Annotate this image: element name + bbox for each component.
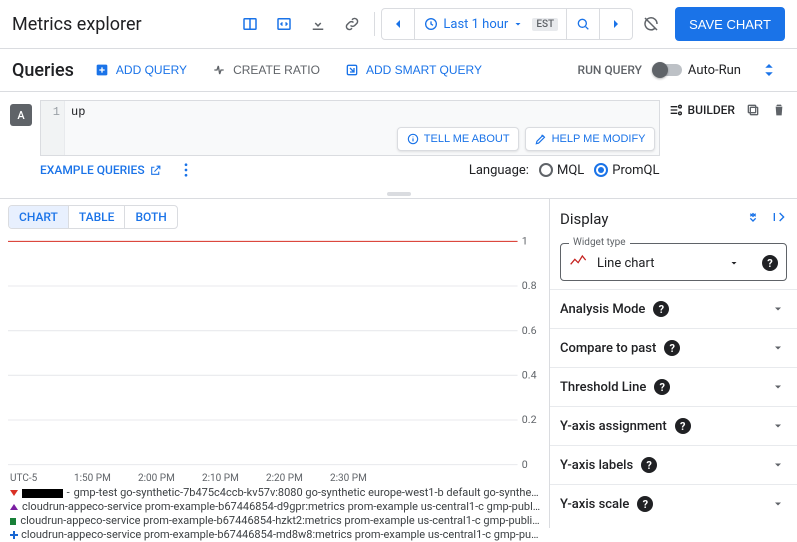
delete-icon[interactable] bbox=[771, 102, 787, 122]
create-ratio-button[interactable]: CREATE RATIO bbox=[207, 58, 324, 82]
svg-text:0: 0 bbox=[522, 458, 528, 471]
autorefresh-off-icon[interactable] bbox=[635, 8, 667, 40]
queries-title: Queries bbox=[12, 60, 74, 81]
help-icon[interactable]: ? bbox=[664, 340, 680, 356]
help-icon[interactable]: ? bbox=[654, 379, 670, 395]
svg-text:0.4: 0.4 bbox=[522, 369, 537, 382]
collapse-display-icon[interactable] bbox=[771, 209, 787, 229]
help-icon[interactable]: ? bbox=[637, 496, 653, 512]
display-row-y-axis-scale[interactable]: Y-axis scale? bbox=[550, 484, 797, 523]
add-smart-query-button[interactable]: ADD SMART QUERY bbox=[340, 58, 486, 82]
run-query-button[interactable]: RUN QUERY bbox=[578, 63, 642, 77]
help-me-modify-button[interactable]: HELP ME MODIFY bbox=[525, 127, 655, 151]
help-icon[interactable]: ? bbox=[641, 457, 657, 473]
display-title: Display bbox=[560, 210, 608, 228]
display-row-analysis-mode[interactable]: Analysis Mode? bbox=[550, 289, 797, 328]
query-text: up bbox=[65, 101, 91, 155]
svg-text:0.2: 0.2 bbox=[522, 413, 537, 426]
time-next-button[interactable] bbox=[600, 9, 632, 39]
duplicate-icon[interactable] bbox=[745, 102, 761, 122]
separator bbox=[374, 12, 375, 36]
view-tabs: CHART TABLE BOTH bbox=[8, 205, 178, 229]
svg-text:0.6: 0.6 bbox=[522, 324, 537, 337]
language-mql-radio[interactable]: MQL bbox=[539, 163, 584, 178]
display-row-compare-to-past[interactable]: Compare to past? bbox=[550, 328, 797, 367]
legend-item[interactable]: cloudrun-appeco-service prom-example-b67… bbox=[10, 528, 541, 542]
panel-icon[interactable] bbox=[234, 8, 266, 40]
example-queries-button[interactable]: EXAMPLE QUERIES bbox=[40, 163, 162, 177]
help-icon[interactable]: ? bbox=[675, 418, 691, 434]
page-title: Metrics explorer bbox=[12, 14, 142, 35]
help-icon[interactable]: ? bbox=[653, 301, 669, 317]
display-row-y-axis-assignment[interactable]: Y-axis assignment? bbox=[550, 406, 797, 445]
query-badge-a: A bbox=[10, 104, 32, 126]
chart-area[interactable]: 0 0.2 0.4 0.6 0.8 1 bbox=[8, 233, 541, 473]
tab-chart[interactable]: CHART bbox=[9, 206, 69, 228]
builder-button[interactable]: BUILDER bbox=[668, 102, 735, 118]
svg-text:1: 1 bbox=[522, 235, 528, 248]
widget-type-select[interactable]: Widget type Line chart ? bbox=[560, 243, 787, 281]
more-menu-icon[interactable] bbox=[176, 160, 196, 180]
legend-item[interactable]: cloudrun-appeco-service prom-example-b67… bbox=[10, 500, 541, 514]
tab-both[interactable]: BOTH bbox=[125, 206, 176, 228]
language-selector: Language: MQL PromQL bbox=[469, 163, 660, 178]
time-range-selector: Last 1 hour EST bbox=[381, 8, 633, 40]
tell-me-about-button[interactable]: TELL ME ABOUT bbox=[397, 127, 519, 151]
line-chart-icon bbox=[569, 254, 589, 272]
legend-item[interactable]: cloudrun-appeco-service prom-example-b67… bbox=[10, 514, 541, 528]
link-icon[interactable] bbox=[336, 8, 368, 40]
code-icon[interactable] bbox=[268, 8, 300, 40]
add-query-button[interactable]: ADD QUERY bbox=[90, 58, 191, 82]
language-promql-radio[interactable]: PromQL bbox=[594, 163, 659, 178]
display-row-threshold-line[interactable]: Threshold Line? bbox=[550, 367, 797, 406]
time-zoom-button[interactable] bbox=[567, 9, 600, 39]
query-editor[interactable]: 1 up TELL ME ABOUT HELP ME MODIFY bbox=[40, 100, 660, 156]
svg-text:0.8: 0.8 bbox=[522, 279, 537, 292]
download-icon[interactable] bbox=[302, 8, 334, 40]
collapse-panel-icon[interactable] bbox=[753, 54, 785, 86]
tab-table[interactable]: TABLE bbox=[69, 206, 126, 228]
time-prev-button[interactable] bbox=[382, 9, 415, 39]
line-number: 1 bbox=[41, 101, 65, 155]
autorun-toggle[interactable]: Auto-Run bbox=[654, 63, 741, 78]
legend-item[interactable]: -gmp-test go-synthetic-7b475c4ccb-kv57v:… bbox=[10, 486, 541, 500]
display-row-y-axis-labels[interactable]: Y-axis labels? bbox=[550, 445, 797, 484]
help-icon[interactable]: ? bbox=[762, 255, 778, 271]
sort-icon[interactable] bbox=[745, 209, 761, 229]
time-range-button[interactable]: Last 1 hour EST bbox=[415, 9, 567, 39]
display-panel: Display Widget type Line chart ? Analysi… bbox=[549, 199, 797, 528]
chart-legend: -gmp-test go-synthetic-7b475c4ccb-kv57v:… bbox=[8, 484, 541, 542]
save-chart-button[interactable]: SAVE CHART bbox=[675, 7, 785, 41]
resize-handle[interactable] bbox=[0, 190, 797, 198]
x-axis-ticks: UTC-51:50 PM2:00 PM2:10 PM2:20 PM2:30 PM bbox=[8, 473, 541, 484]
chevron-down-icon bbox=[728, 257, 740, 269]
top-actions: Last 1 hour EST SAVE CHART bbox=[234, 7, 785, 41]
timezone-badge: EST bbox=[532, 18, 558, 31]
